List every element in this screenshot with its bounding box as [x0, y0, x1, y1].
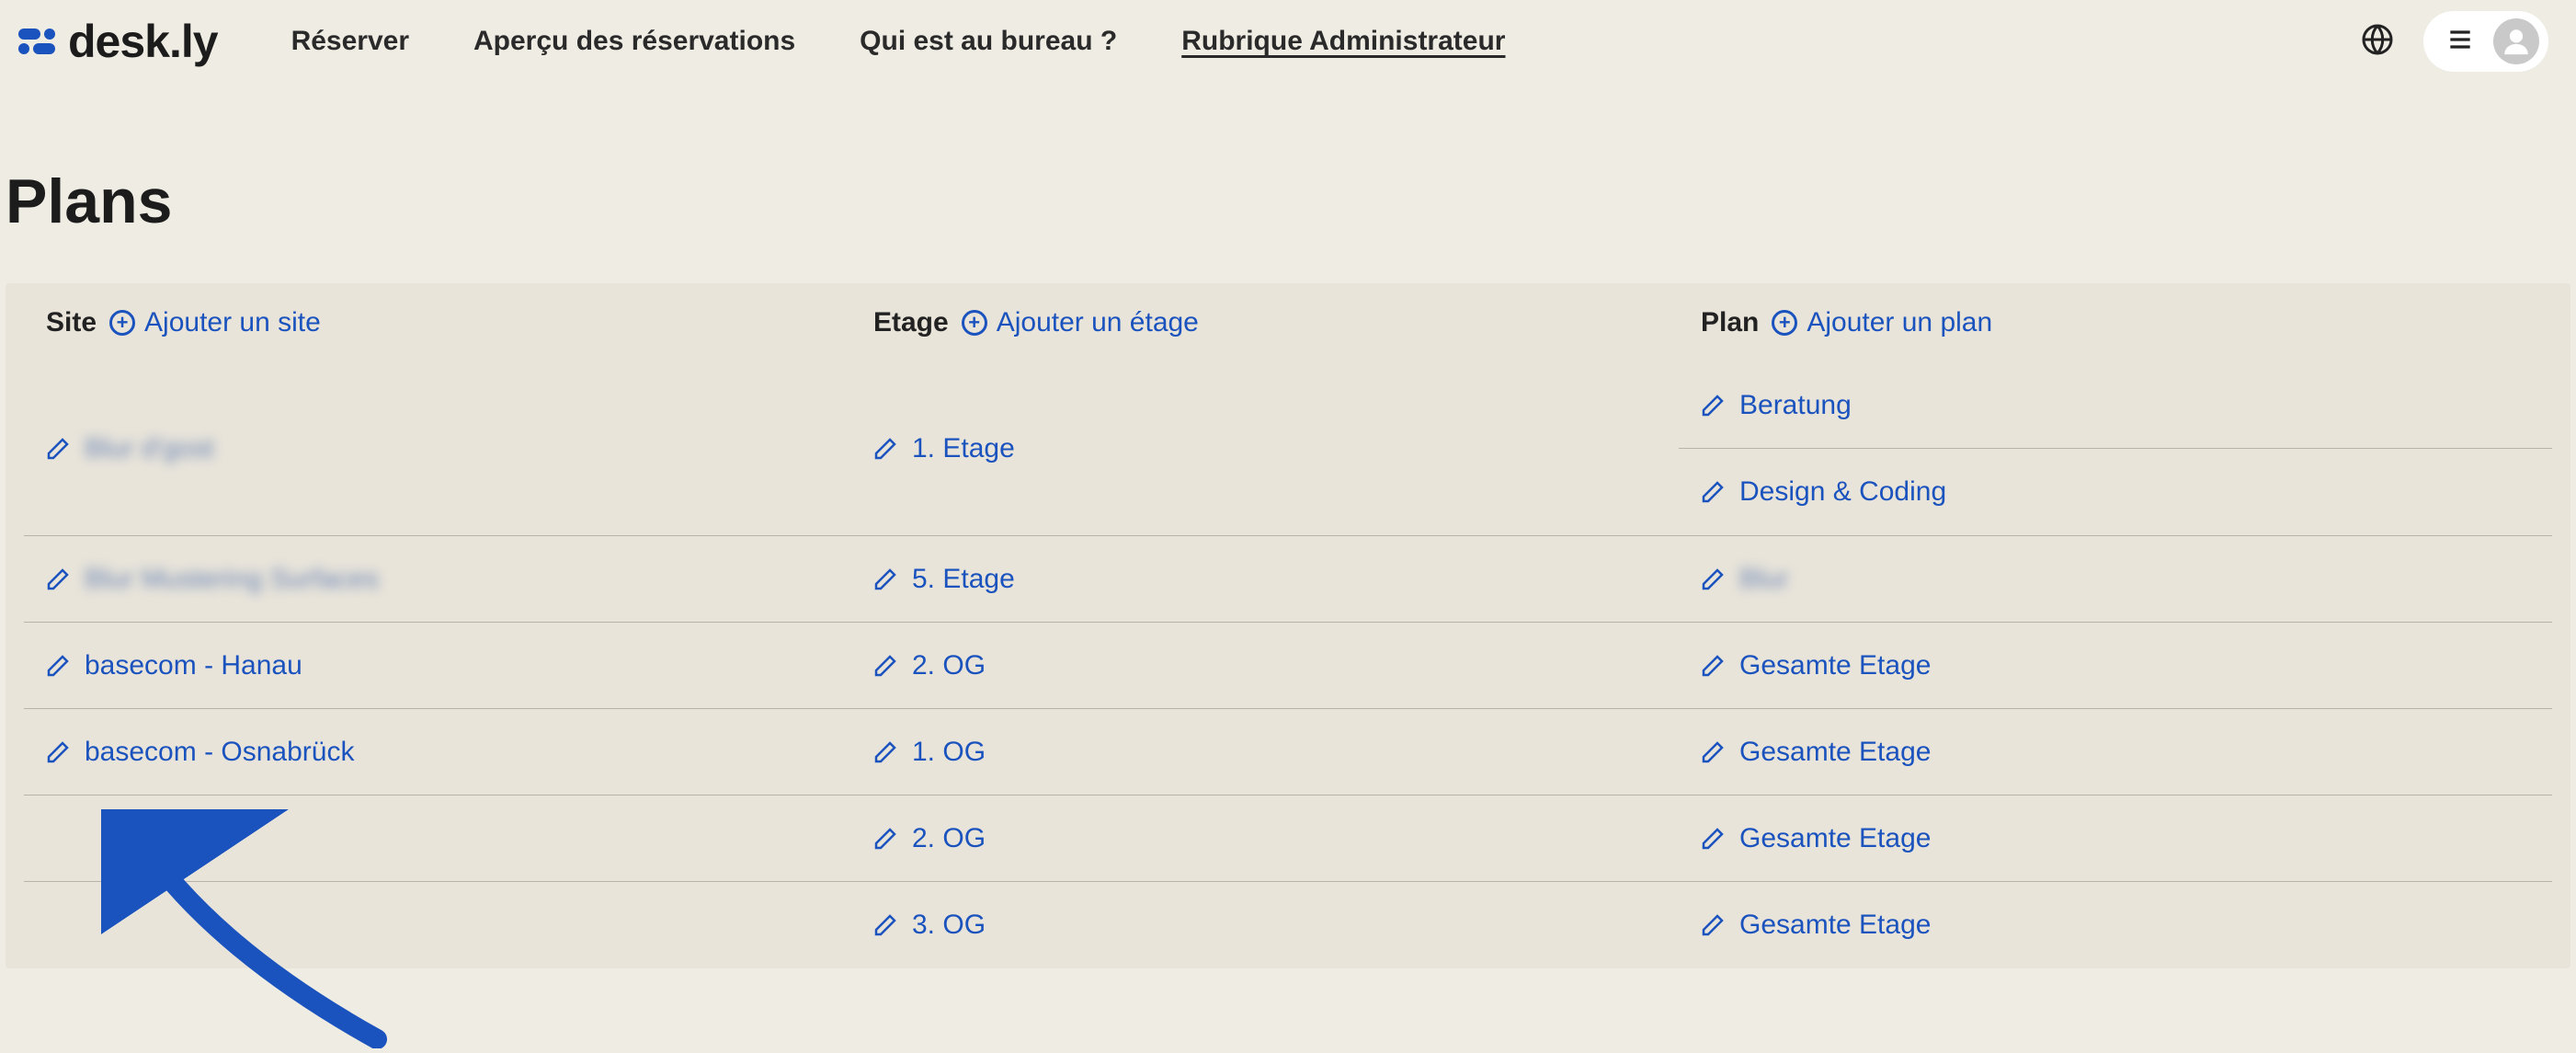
floor-cell[interactable]: 2. OG	[851, 623, 1679, 708]
add-floor-label: Ajouter un étage	[997, 307, 1199, 338]
nav-admin[interactable]: Rubrique Administrateur	[1181, 26, 1505, 57]
edit-icon[interactable]	[872, 738, 899, 766]
edit-icon[interactable]	[44, 435, 72, 463]
logo-text: desk.ly	[68, 15, 218, 68]
edit-icon[interactable]	[1699, 738, 1727, 766]
plan-cell[interactable]: Design & Coding	[1679, 449, 2552, 535]
plan-cell[interactable]: Beratung	[1679, 362, 2552, 449]
floor-label: 2. OG	[912, 823, 986, 854]
site-label: basecom - Hanau	[85, 650, 302, 681]
plan-label: Blur	[1739, 564, 1788, 595]
rows-container: Blur d'gost 1. Etage Beratung	[6, 362, 2570, 968]
plan-label: Gesamte Etage	[1739, 910, 1931, 941]
language-icon[interactable]	[2361, 23, 2394, 61]
edit-icon[interactable]	[44, 566, 72, 593]
floor-cell[interactable]: 5. Etage	[851, 536, 1679, 622]
nav-reserve[interactable]: Réserver	[291, 26, 409, 57]
edit-icon[interactable]	[44, 738, 72, 766]
floor-label: 3. OG	[912, 910, 986, 941]
edit-icon[interactable]	[872, 435, 899, 463]
logo[interactable]: desk.ly	[18, 15, 218, 68]
edit-icon[interactable]	[1699, 478, 1727, 506]
nav-who[interactable]: Qui est au bureau ?	[860, 26, 1117, 57]
col-site-label: Site	[46, 307, 97, 338]
table-row: Blur Mustering Surfaces 5. Etage Blur	[24, 536, 2552, 623]
site-cell[interactable]: Blur d'gost	[24, 362, 851, 535]
floor-label: 1. OG	[912, 737, 986, 768]
table-row: 3. OG Gesamte Etage	[24, 882, 2552, 968]
plan-label: Gesamte Etage	[1739, 823, 1931, 854]
floor-label: 5. Etage	[912, 564, 1015, 595]
add-plan-button[interactable]: + Ajouter un plan	[1772, 307, 1992, 338]
plus-icon: +	[109, 310, 135, 336]
edit-icon[interactable]	[1699, 652, 1727, 680]
plan-label: Beratung	[1739, 390, 1852, 421]
nav-overview[interactable]: Aperçu des réservations	[473, 26, 795, 57]
plan-cell[interactable]: Gesamte Etage	[1679, 795, 2552, 881]
floor-cell[interactable]: 1. OG	[851, 709, 1679, 795]
table-row: basecom - Hanau 2. OG Gesamte Etage	[24, 623, 2552, 709]
user-menu[interactable]	[2423, 11, 2548, 72]
table-row: Blur d'gost 1. Etage Beratung	[24, 362, 2552, 536]
plan-cell[interactable]: Gesamte Etage	[1679, 709, 2552, 795]
site-label: Blur Mustering Surfaces	[85, 564, 379, 595]
floor-label: 1. Etage	[912, 433, 1015, 464]
hamburger-icon	[2445, 25, 2475, 59]
site-cell[interactable]: Blur Mustering Surfaces	[24, 536, 851, 622]
app-header: desk.ly Réserver Aperçu des réservations…	[0, 0, 2576, 83]
add-site-button[interactable]: + Ajouter un site	[109, 307, 321, 338]
plan-cell[interactable]: Gesamte Etage	[1679, 882, 2552, 968]
page-title: Plans	[6, 166, 2576, 237]
site-cell[interactable]: basecom - Hanau	[24, 623, 851, 708]
avatar-icon	[2493, 18, 2539, 64]
edit-icon[interactable]	[872, 652, 899, 680]
plan-label: Gesamte Etage	[1739, 737, 1931, 768]
plan-label: Design & Coding	[1739, 476, 1946, 508]
add-floor-button[interactable]: + Ajouter un étage	[962, 307, 1199, 338]
floor-cell[interactable]: 2. OG	[851, 795, 1679, 881]
edit-icon[interactable]	[872, 566, 899, 593]
table-row: basecom - Osnabrück 1. OG Gesamte Etage	[24, 709, 2552, 795]
col-plan-label: Plan	[1701, 307, 1759, 338]
floor-label: 2. OG	[912, 650, 986, 681]
edit-icon[interactable]	[872, 825, 899, 853]
main-nav: Réserver Aperçu des réservations Qui est…	[291, 26, 1506, 57]
site-label: Blur d'gost	[85, 433, 214, 464]
logo-mark-icon	[18, 29, 55, 54]
panel-header: Site + Ajouter un site Etage + Ajouter u…	[6, 283, 2570, 362]
edit-icon[interactable]	[1699, 825, 1727, 853]
site-label: basecom - Osnabrück	[85, 737, 354, 768]
add-site-label: Ajouter un site	[144, 307, 321, 338]
col-floor-label: Etage	[873, 307, 949, 338]
edit-icon[interactable]	[1699, 566, 1727, 593]
plan-label: Gesamte Etage	[1739, 650, 1931, 681]
edit-icon[interactable]	[44, 652, 72, 680]
edit-icon[interactable]	[1699, 911, 1727, 939]
plans-panel: Site + Ajouter un site Etage + Ajouter u…	[6, 283, 2570, 968]
floor-cell[interactable]: 1. Etage	[851, 362, 1679, 535]
table-row: 2. OG Gesamte Etage	[24, 795, 2552, 882]
edit-icon[interactable]	[1699, 392, 1727, 419]
plus-icon: +	[1772, 310, 1797, 336]
edit-icon[interactable]	[872, 911, 899, 939]
add-plan-label: Ajouter un plan	[1807, 307, 1992, 338]
floor-cell[interactable]: 3. OG	[851, 882, 1679, 968]
plan-cell[interactable]: Blur	[1679, 536, 2552, 622]
site-cell[interactable]: basecom - Osnabrück	[24, 709, 851, 795]
plus-icon: +	[962, 310, 987, 336]
plan-cell[interactable]: Gesamte Etage	[1679, 623, 2552, 708]
